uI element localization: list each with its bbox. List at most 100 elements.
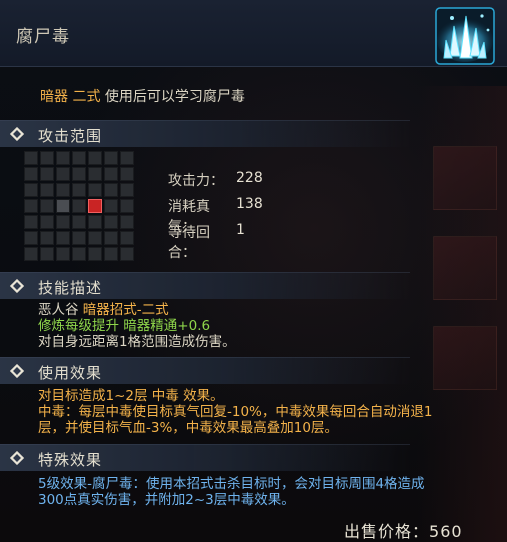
range-cell: [88, 231, 102, 245]
crystal-cluster-icon: [430, 4, 500, 66]
range-cell-hit: [88, 199, 102, 213]
sect-name: 恶人谷: [38, 302, 79, 318]
special-line: 5级效果-腐尸毒：使用本招式击杀目标时，会对目标周围4格造成: [38, 476, 425, 492]
background-item-slot: [433, 326, 497, 390]
range-cell: [88, 215, 102, 229]
desc-line: 恶人谷 暗器招式-二式: [38, 302, 236, 318]
section-title: 使用效果: [38, 364, 103, 382]
section-use-effect: 使用效果: [0, 357, 410, 384]
section-title: 技能描述: [38, 279, 103, 297]
section-title: 攻击范围: [38, 127, 103, 145]
desc-line: 对自身远距离1格范围造成伤害。: [38, 334, 236, 350]
range-cell: [24, 215, 38, 229]
range-cell: [88, 247, 102, 261]
range-cell: [120, 231, 134, 245]
range-cell: [72, 167, 86, 181]
range-cell: [120, 247, 134, 261]
skill-type: 暗器招式-二式: [82, 302, 169, 318]
skill-description: 恶人谷 暗器招式-二式 修炼每级提升 暗器精通+0.6 对自身远距离1格范围造成…: [38, 302, 236, 350]
range-cell: [56, 151, 70, 165]
range-cell: [72, 247, 86, 261]
effect-line: 层，并使目标气血-3%，中毒效果最高叠加10层。: [38, 420, 338, 436]
range-cell: [56, 167, 70, 181]
diamond-bullet-icon: [10, 127, 24, 141]
stat-label: 消耗真气：: [168, 199, 210, 235]
range-cell: [40, 151, 54, 165]
sell-price-label: 出售价格：: [344, 522, 430, 541]
stat-wait-turns: 等待回合： 1: [168, 222, 263, 261]
range-cell: [88, 151, 102, 165]
range-cell: [40, 247, 54, 261]
usage-type: 暗器 二式: [40, 89, 101, 105]
stat-value: 1: [236, 222, 245, 238]
range-cell: [72, 199, 86, 213]
stat-attack: 攻击力： 228: [168, 170, 263, 196]
section-skill-description: 技能描述: [0, 272, 410, 299]
range-cell: [24, 199, 38, 213]
stat-mp-cost: 消耗真气： 138: [168, 196, 263, 235]
background-inventory-strip: [417, 86, 507, 542]
item-tooltip-panel: 装备 腐尸毒: [0, 0, 507, 542]
sell-price-value: 560: [429, 522, 463, 541]
range-cell: [24, 231, 38, 245]
range-cell: [56, 215, 70, 229]
desc-line: 修炼每级提升 暗器精通+0.6: [38, 318, 236, 334]
tooltip-header: 腐尸毒: [0, 0, 507, 67]
range-cell: [120, 199, 134, 213]
background-item-slot: [433, 146, 497, 210]
range-cell: [56, 183, 70, 197]
range-cell: [120, 151, 134, 165]
range-cell: [40, 167, 54, 181]
sell-price: 出售价格：560: [344, 518, 463, 542]
section-attack-range: 攻击范围: [0, 120, 410, 147]
range-cell: [88, 167, 102, 181]
usage-line: 暗器 二式 使用后可以学习腐尸毒: [40, 86, 245, 106]
cultivate-text: 修炼每级提升: [38, 318, 119, 334]
range-cell: [40, 199, 54, 213]
range-cell: [24, 247, 38, 261]
range-cell: [120, 167, 134, 181]
stat-label: 攻击力：: [168, 173, 224, 189]
stat-value: 138: [236, 196, 263, 212]
stat-value: 228: [236, 170, 263, 186]
stat-label: 等待回合：: [168, 225, 210, 261]
diamond-bullet-icon: [10, 279, 24, 293]
use-effect-text: 对目标造成1~2层 中毒 效果。 中毒：每层中毒使目标真气回复-10%，中毒效果…: [38, 388, 432, 436]
item-name: 腐尸毒: [16, 27, 70, 47]
range-cell: [24, 167, 38, 181]
range-cell: [88, 183, 102, 197]
range-cell-self: [56, 199, 70, 213]
range-cell: [40, 183, 54, 197]
effect-line: 中毒：每层中毒使目标真气回复-10%，中毒效果每回合自动消退1: [38, 404, 433, 420]
range-cell: [72, 215, 86, 229]
skill-stats: 攻击力： 228 消耗真气： 138 等待回合： 1: [168, 170, 263, 261]
range-cell: [104, 215, 118, 229]
range-cell: [40, 215, 54, 229]
mastery-bonus: 暗器精通+0.6: [123, 318, 211, 334]
range-cell: [104, 183, 118, 197]
range-cell: [104, 231, 118, 245]
effect-line: 对目标造成1~2层 中毒 效果。: [38, 388, 224, 404]
range-cell: [56, 231, 70, 245]
range-cell: [72, 231, 86, 245]
range-cell: [72, 183, 86, 197]
range-cell: [104, 247, 118, 261]
range-cell: [120, 215, 134, 229]
special-line: 300点真实伤害，并附加2~3层中毒效果。: [38, 492, 295, 508]
section-special-effect: 特殊效果: [0, 444, 410, 471]
attack-range-grid: [24, 151, 134, 261]
range-cell: [56, 247, 70, 261]
special-effect-text: 5级效果-腐尸毒：使用本招式击杀目标时，会对目标周围4格造成 300点真实伤害，…: [38, 476, 425, 508]
range-cell: [120, 183, 134, 197]
section-title: 特殊效果: [38, 451, 103, 469]
background-item-slot: [433, 236, 497, 300]
range-cell: [24, 183, 38, 197]
diamond-bullet-icon: [10, 364, 24, 378]
range-cell: [72, 151, 86, 165]
usage-text: 使用后可以学习腐尸毒: [104, 89, 245, 105]
diamond-bullet-icon: [10, 451, 24, 465]
range-cell: [104, 151, 118, 165]
range-cell: [104, 167, 118, 181]
range-cell: [24, 151, 38, 165]
range-cell: [40, 231, 54, 245]
